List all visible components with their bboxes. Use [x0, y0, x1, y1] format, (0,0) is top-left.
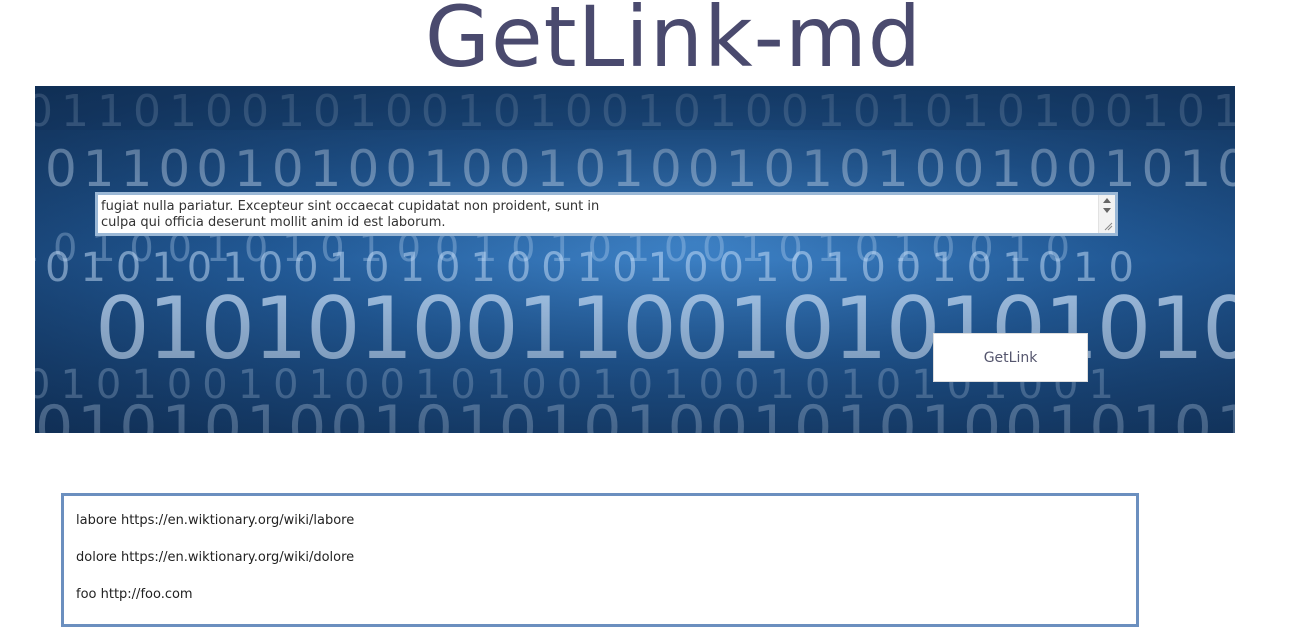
getlink-button[interactable]: GetLink	[933, 333, 1088, 382]
result-item: labore https://en.wiktionary.org/wiki/la…	[76, 513, 355, 528]
results-list: labore https://en.wiktionary.org/wiki/la…	[61, 493, 1139, 627]
app-title: GetLink-md	[424, 0, 923, 86]
result-item: dolore https://en.wiktionary.org/wiki/do…	[76, 550, 355, 565]
chevron-up-icon[interactable]	[1103, 198, 1111, 203]
text-input[interactable]: fugiat nulla pariatur. Excepteur sint oc…	[95, 192, 1118, 236]
result-item: foo http://foo.com	[76, 587, 193, 602]
chevron-down-icon[interactable]	[1103, 208, 1111, 213]
resize-grip-icon[interactable]	[1103, 221, 1113, 231]
